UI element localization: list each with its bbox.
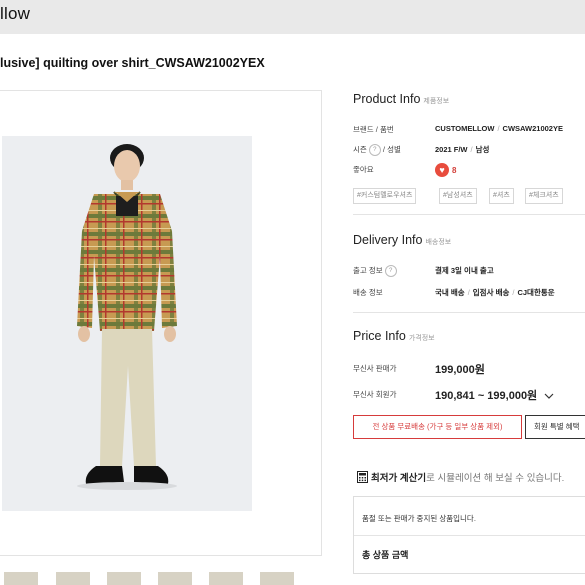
price-info-title: Price Info 가격정보 xyxy=(353,329,435,343)
delivery-courier: CJ대한통운 xyxy=(517,288,555,297)
price-info-heading: Price Info xyxy=(353,329,406,343)
thumbnail[interactable] xyxy=(4,572,38,585)
likes-count: 8 xyxy=(452,165,457,175)
product-title: lusive] quilting over shirt_CWSAW21002YE… xyxy=(0,56,265,70)
model-illustration xyxy=(2,136,252,511)
product-image[interactable] xyxy=(2,136,252,511)
code-label: 품번 xyxy=(379,125,394,134)
member-price-value: 190,841 ~ 199,000원 xyxy=(435,390,538,402)
season-row: 시즌? / 성별 2021 F/W / 남성 xyxy=(353,144,585,158)
delivery-method-label: 배송 정보 xyxy=(353,288,383,297)
shipping-label: 출고 정보 xyxy=(353,266,383,275)
delivery-info-title: Delivery Info 배송정보 xyxy=(353,233,451,247)
sale-price-value: 199,000원 xyxy=(435,364,485,376)
delivery-method-row: 배송 정보 국내 배송 / 입점사 배송 / CJ대한통운 xyxy=(353,288,555,297)
divider xyxy=(353,214,585,215)
thumbnail[interactable] xyxy=(107,572,141,585)
delivery-info-heading: Delivery Info xyxy=(353,233,423,247)
sale-price-row: 무신사 판매가 199,000원 xyxy=(353,361,585,377)
delivery-info-subheading: 배송정보 xyxy=(425,239,452,246)
season-label: 시즌 xyxy=(353,145,367,154)
brand-link[interactable]: CUSTOMELLOW xyxy=(435,124,494,133)
thumbnail[interactable] xyxy=(56,572,90,585)
calculator-title[interactable]: 최저가 계산기 xyxy=(371,473,426,484)
thumbnail[interactable] xyxy=(209,572,243,585)
tag[interactable]: #남성셔츠 xyxy=(439,188,477,204)
tag[interactable]: #체크셔츠 xyxy=(525,188,563,204)
shipping-value: 결제 3일 이내 출고 xyxy=(435,266,494,275)
calculator-icon xyxy=(357,471,368,483)
sold-out-notice: 품절 또는 판매가 중지된 상품입니다. xyxy=(362,514,476,523)
sale-price-label: 무신사 판매가 xyxy=(353,364,397,373)
tag[interactable]: #커스텀멜로우셔츠 xyxy=(353,188,417,204)
member-price-label: 무신사 회원가 xyxy=(353,390,397,399)
tag[interactable]: #셔츠 xyxy=(489,188,514,204)
product-detail-panel: Product Info 제품정보 브랜드 / 품번 CUSTOMELLOW / CW… xyxy=(353,0,585,585)
gender-label: 성별 xyxy=(387,145,401,154)
chevron-down-icon[interactable] xyxy=(544,392,554,400)
total-price-label: 총 상품 금액 xyxy=(362,550,409,560)
product-info-subheading: 제품정보 xyxy=(423,98,450,105)
divider xyxy=(354,535,585,536)
delivery-vendor: 입점사 배송 xyxy=(472,288,510,297)
member-benefit-button[interactable]: 회원 특별 혜택 xyxy=(525,415,585,439)
gender-value: 남성 xyxy=(475,145,490,154)
brand-row: 브랜드 / 품번 CUSTOMELLOW / CWSAW21002YE xyxy=(353,124,563,134)
product-info-title: Product Info 제품정보 xyxy=(353,92,449,106)
order-box: 품절 또는 판매가 중지된 상품입니다. 총 상품 금액 xyxy=(353,496,585,574)
heart-icon[interactable]: ♥ xyxy=(435,163,449,177)
shipping-row: 출고 정보? 결제 3일 이내 출고 xyxy=(353,265,585,279)
site-logo[interactable]: llow xyxy=(0,4,30,24)
brand-label: 브랜드 xyxy=(353,125,374,134)
likes-row: 좋아요 ♥ 8 xyxy=(353,163,585,180)
divider xyxy=(353,312,585,313)
thumbnail[interactable] xyxy=(260,572,294,585)
likes-label: 좋아요 xyxy=(353,165,374,174)
calculator-text: 로 시뮬레이션 해 보실 수 있습니다. xyxy=(426,473,565,484)
thumbnail-strip xyxy=(0,572,330,585)
question-circle-icon[interactable]: ? xyxy=(384,265,397,278)
price-info-subheading: 가격정보 xyxy=(408,335,435,342)
price-calculator[interactable]: 최저가 계산기로 시뮬레이션 해 보실 수 있습니다. xyxy=(357,470,564,484)
separator: / xyxy=(497,124,500,133)
product-code: CWSAW21002YE xyxy=(502,124,563,133)
question-circle-icon[interactable]: ? xyxy=(368,144,381,157)
member-price-row[interactable]: 무신사 회원가 190,841 ~ 199,000원 xyxy=(353,387,585,403)
product-info-heading: Product Info xyxy=(353,92,421,106)
free-shipping-button[interactable]: 전 상품 무료배송 (가구 등 일부 상품 제외) xyxy=(353,415,522,439)
thumbnail[interactable] xyxy=(158,572,192,585)
tag-list: #커스텀멜로우셔츠 #남성셔츠 #셔츠 #체크셔츠 xyxy=(353,188,585,204)
season-value: 2021 F/W xyxy=(435,145,468,154)
delivery-domestic: 국내 배송 xyxy=(435,288,465,297)
